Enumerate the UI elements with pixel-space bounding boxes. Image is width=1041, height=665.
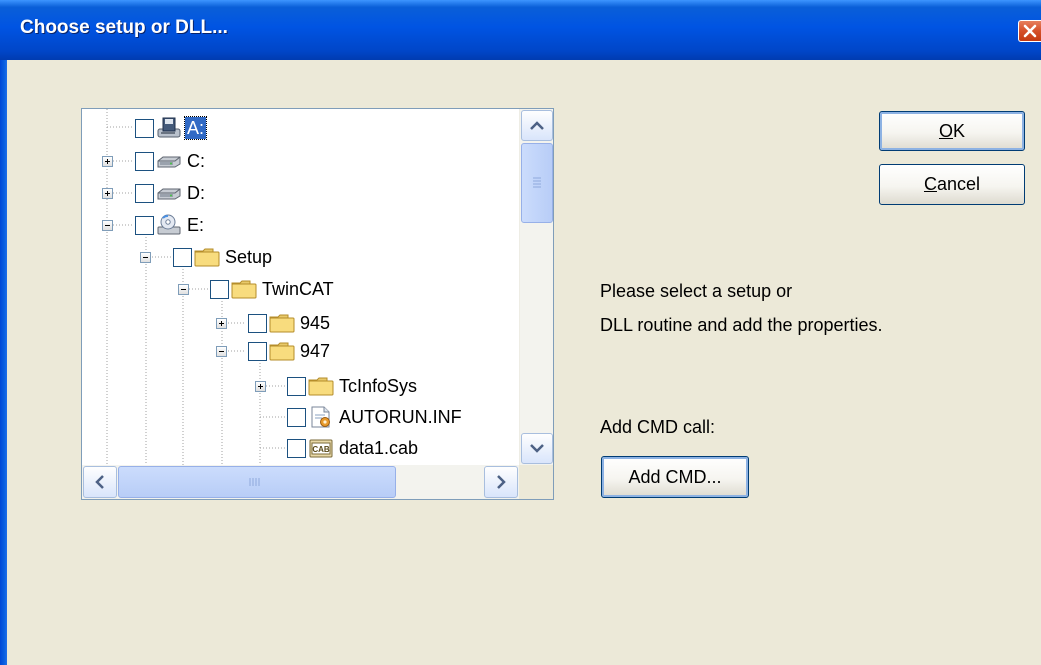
close-button[interactable] [1018, 20, 1041, 42]
tree-item-d[interactable]: D: [135, 179, 207, 207]
expand-toggle-c[interactable] [102, 156, 113, 167]
tree-item-data1-cab[interactable]: CAB data1.cab [287, 434, 420, 462]
inf-file-icon [308, 406, 334, 428]
title-bar: Choose setup or DLL... [0, 0, 1041, 60]
vertical-scrollbar[interactable] [519, 109, 553, 465]
tree-item-setup[interactable]: Setup [173, 243, 274, 271]
cancel-mnemonic: C [923, 174, 937, 194]
vertical-scroll-thumb[interactable] [521, 143, 553, 223]
add-cmd-label: Add CMD call: [600, 417, 716, 437]
scroll-down-button[interactable] [521, 433, 553, 464]
folder-icon [308, 375, 334, 397]
scroll-left-button[interactable] [83, 466, 117, 498]
grip-icon [533, 177, 541, 188]
tree-item-label: TwinCAT [262, 279, 334, 299]
collapse-toggle-setup[interactable] [140, 252, 151, 263]
horizontal-scrollbar[interactable] [82, 465, 519, 499]
tree-checkbox[interactable] [210, 279, 229, 299]
chevron-down-icon [530, 444, 544, 453]
tree-checkbox[interactable] [135, 183, 154, 203]
folder-icon [269, 340, 295, 362]
tree-checkbox[interactable] [135, 118, 154, 138]
cab-icon-label: CAB [312, 445, 330, 454]
tree-item-label: data1.cab [339, 438, 419, 458]
tree-item-tcinfosys[interactable]: TcInfoSys [287, 372, 419, 400]
folder-icon [269, 312, 295, 334]
cd-drive-icon [156, 214, 182, 236]
tree-item-label: C: [187, 151, 205, 171]
scrollbar-corner [519, 465, 553, 499]
tree-item-label: AUTORUN.INF [339, 407, 462, 427]
tree-item-c[interactable]: C: [135, 147, 207, 175]
tree-item-label: D: [187, 183, 205, 203]
tree-item-twincat[interactable]: TwinCAT [210, 275, 336, 303]
folder-tree[interactable]: A: C: D: E: Setup TwinCAT 945 947 TcInfo… [81, 108, 554, 500]
folder-icon [231, 278, 257, 300]
chevron-right-icon [497, 475, 506, 489]
window-frame [0, 60, 7, 665]
tree-checkbox[interactable] [287, 407, 306, 427]
window-title: Choose setup or DLL... [20, 17, 228, 38]
floppy-drive-icon [156, 117, 182, 139]
cancel-label-rest: ancel [936, 174, 981, 194]
expand-toggle-d[interactable] [102, 188, 113, 199]
tree-item-e[interactable]: E: [135, 211, 206, 239]
cab-file-icon: CAB [308, 437, 334, 459]
collapse-toggle-e[interactable] [102, 220, 113, 231]
tree-checkbox[interactable] [248, 341, 267, 361]
grip-icon [249, 478, 260, 486]
tree-checkbox[interactable] [287, 376, 306, 396]
tree-checkbox[interactable] [248, 313, 267, 333]
expand-toggle-tcinfosys[interactable] [255, 381, 266, 392]
cancel-button[interactable]: Cancel [879, 164, 1025, 205]
tree-item-label: E: [187, 215, 205, 235]
tree-item-label: 947 [300, 341, 331, 361]
collapse-toggle-twincat[interactable] [178, 284, 189, 295]
tree-checkbox[interactable] [287, 438, 306, 458]
tree-item-label: 945 [300, 313, 331, 333]
tree-item-label: TcInfoSys [339, 376, 418, 396]
folder-icon [194, 246, 220, 268]
info-line-2: DLL routine and add the properties. [600, 315, 883, 335]
tree-checkbox[interactable] [135, 151, 154, 171]
scroll-up-button[interactable] [521, 110, 553, 141]
chevron-left-icon [95, 475, 104, 489]
tree-item-label: Setup [225, 247, 273, 267]
collapse-toggle-947[interactable] [216, 346, 227, 357]
scroll-right-button[interactable] [484, 466, 518, 498]
close-icon [1023, 24, 1037, 38]
ok-mnemonic: O [938, 120, 953, 141]
info-line-1: Please select a setup or [600, 281, 793, 301]
chevron-up-icon [530, 121, 544, 130]
ok-label-rest: K [953, 120, 966, 141]
hard-drive-icon [156, 150, 182, 172]
tree-item-947[interactable]: 947 [248, 337, 332, 365]
tree-checkbox[interactable] [135, 215, 154, 235]
add-cmd-button[interactable]: Add CMD... [601, 456, 749, 498]
hard-drive-icon [156, 182, 182, 204]
horizontal-scroll-thumb[interactable] [118, 466, 396, 498]
add-cmd-button-label: Add CMD... [628, 466, 722, 487]
tree-item-a[interactable]: A: [135, 114, 208, 142]
expand-toggle-945[interactable] [216, 318, 227, 329]
tree-item-label: A: [183, 116, 208, 140]
ok-button[interactable]: OK [879, 111, 1025, 151]
tree-item-autorun-inf[interactable]: AUTORUN.INF [287, 403, 464, 431]
tree-checkbox[interactable] [173, 247, 192, 267]
tree-item-945[interactable]: 945 [248, 309, 332, 337]
